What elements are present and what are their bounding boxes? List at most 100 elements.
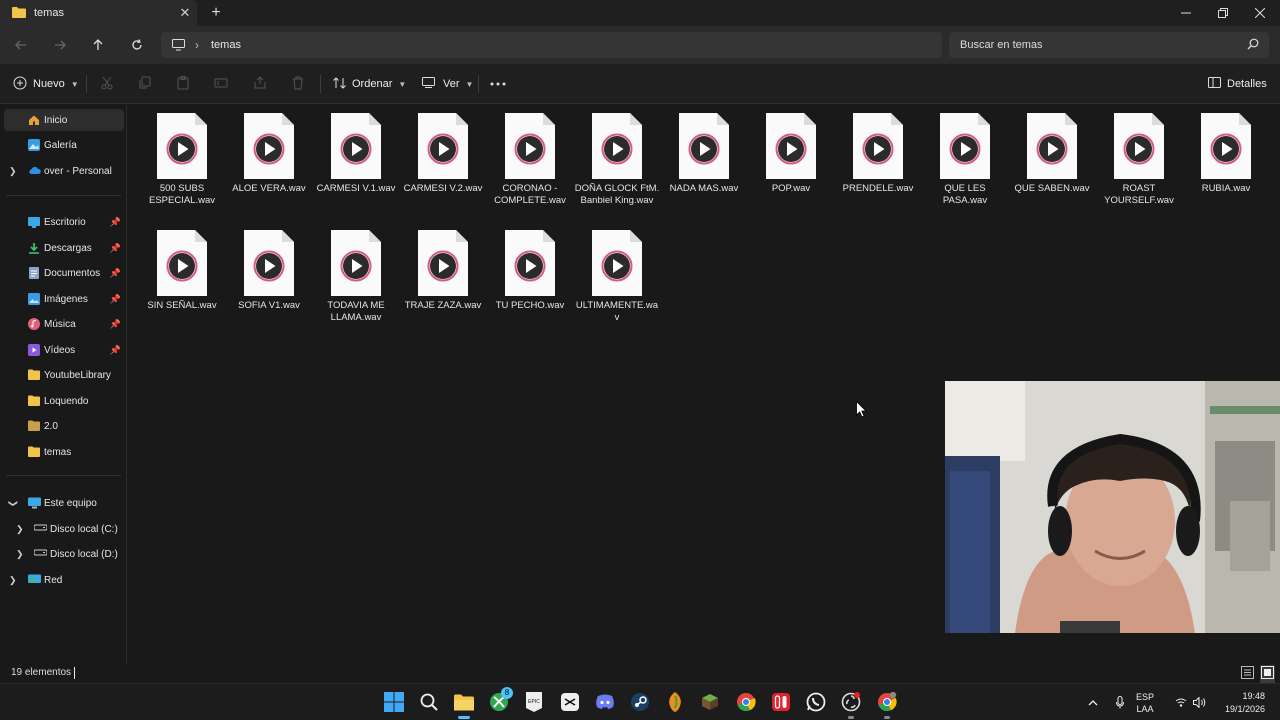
file-item[interactable]: TODAVIA ME LLAMA.wav xyxy=(313,230,399,324)
file-item[interactable]: QUE SABEN.wav xyxy=(1009,113,1095,195)
file-item[interactable]: ALOE VERA.wav xyxy=(226,113,312,195)
sidebar-item-musica[interactable]: Música 📌 xyxy=(4,313,124,335)
sidebar-item-este-equipo[interactable]: ❯ Este equipo xyxy=(4,492,124,514)
file-item[interactable]: RUBIA.wav xyxy=(1183,113,1269,195)
close-tab-icon[interactable]: ✕ xyxy=(173,5,197,21)
view-button[interactable]: Ver ▼ xyxy=(422,73,473,95)
sidebar-item-videos[interactable]: Vídeos 📌 xyxy=(4,339,124,361)
sidebar-item-descargas[interactable]: Descargas 📌 xyxy=(4,237,124,259)
refresh-icon[interactable] xyxy=(125,33,149,57)
file-explorer-taskbar-icon[interactable] xyxy=(452,690,476,719)
more-options-icon[interactable] xyxy=(490,73,506,95)
sidebar-item-documentos[interactable]: Documentos 📌 xyxy=(4,262,124,284)
new-button[interactable]: Nuevo ▼ xyxy=(13,73,79,95)
back-arrow-icon[interactable] xyxy=(9,33,33,57)
restore-icon[interactable] xyxy=(1205,0,1241,26)
breadcrumb-temas[interactable]: temas xyxy=(211,39,241,51)
file-item[interactable]: 500 SUBS ESPECIAL.wav xyxy=(139,113,225,207)
file-item[interactable]: CARMESI V.2.wav xyxy=(400,113,486,195)
sidebar-item-galeria[interactable]: Galería xyxy=(4,134,124,156)
search-input[interactable]: Buscar en temas xyxy=(949,32,1269,58)
audio-file-icon xyxy=(244,230,294,296)
epic-games-icon[interactable]: EPIC xyxy=(522,690,546,714)
pin-icon[interactable]: 📌 xyxy=(110,217,121,228)
steam-icon[interactable] xyxy=(628,690,652,714)
file-name: DOÑA GLOCK FtM. Banbiel King.wav xyxy=(574,183,660,206)
share-icon[interactable] xyxy=(253,76,269,92)
address-bar[interactable]: › temas xyxy=(161,32,942,58)
downloads-icon xyxy=(28,242,40,254)
cut-icon[interactable] xyxy=(100,76,116,92)
sidebar-item-inicio[interactable]: Inicio xyxy=(4,109,124,131)
minecraft-icon[interactable] xyxy=(698,690,722,714)
sidebar-item-onedrive[interactable]: ❯ over - Personal xyxy=(4,160,124,182)
tab-temas[interactable]: temas ✕ xyxy=(0,0,197,26)
nintendo-switch-icon[interactable] xyxy=(769,690,793,714)
language-indicator[interactable]: ESP LAA xyxy=(1136,684,1154,720)
file-name: SOFIA V1.wav xyxy=(238,300,300,311)
file-name: ALOE VERA.wav xyxy=(232,183,306,194)
sidebar-item-loquendo[interactable]: Loquendo xyxy=(4,390,124,412)
file-item[interactable]: SOFIA V1.wav xyxy=(226,230,312,312)
sort-button[interactable]: Ordenar ▼ xyxy=(333,73,406,95)
paste-icon[interactable] xyxy=(176,76,192,92)
forward-arrow-icon[interactable] xyxy=(48,33,72,57)
rename-icon[interactable] xyxy=(214,76,230,92)
copy-icon[interactable] xyxy=(138,76,154,92)
file-name: ULTIMAMENTE.wav xyxy=(575,300,659,323)
discord-icon[interactable] xyxy=(593,690,617,714)
clock[interactable]: 19:48 19/1/2026 xyxy=(1219,684,1265,720)
details-view-icon[interactable] xyxy=(1241,666,1254,682)
chevron-down-icon: ▼ xyxy=(398,79,407,89)
file-item[interactable]: DOÑA GLOCK FtM. Banbiel King.wav xyxy=(574,113,660,207)
sort-label: Ordenar xyxy=(352,78,393,90)
pin-icon[interactable]: 📌 xyxy=(110,294,121,305)
chrome-profile-icon[interactable] xyxy=(875,690,899,719)
sidebar-item-2-0[interactable]: 2.0 xyxy=(4,415,124,437)
capcut-icon[interactable] xyxy=(558,690,582,714)
wifi-icon[interactable] xyxy=(1175,684,1187,720)
file-item[interactable]: TU PECHO.wav xyxy=(487,230,573,312)
sidebar-item-escritorio[interactable]: Escritorio 📌 xyxy=(4,211,124,233)
file-item[interactable]: ROAST YOURSELF.wav xyxy=(1096,113,1182,207)
large-icons-view-icon[interactable] xyxy=(1260,665,1275,683)
file-item[interactable]: NADA MAS.wav xyxy=(661,113,747,195)
sidebar-item-temas[interactable]: temas xyxy=(4,441,124,463)
file-item[interactable]: CORONAO - COMPLETE.wav xyxy=(487,113,573,207)
search-icon xyxy=(1247,38,1259,53)
file-item[interactable]: CARMESI V.1.wav xyxy=(313,113,399,195)
file-item[interactable]: POP.wav xyxy=(748,113,834,195)
new-tab-button[interactable]: + xyxy=(206,3,226,23)
file-item[interactable]: QUE LES PASA.wav xyxy=(922,113,1008,207)
xbox-icon[interactable]: 8 xyxy=(487,687,513,714)
pin-icon[interactable]: 📌 xyxy=(110,319,121,330)
sidebar-item-red[interactable]: ❯ Red xyxy=(4,569,124,591)
file-item[interactable]: ULTIMAMENTE.wav xyxy=(574,230,660,324)
whatsapp-icon[interactable] xyxy=(804,690,828,714)
close-window-icon[interactable] xyxy=(1242,0,1278,26)
sidebar-item-disco-d[interactable]: ❯ Disco local (D:) xyxy=(4,543,124,565)
up-arrow-icon[interactable] xyxy=(86,33,110,57)
sidebar-item-youtubelibrary[interactable]: YoutubeLibrary xyxy=(4,364,124,386)
minimize-icon[interactable] xyxy=(1168,0,1204,26)
file-item[interactable]: TRAJE ZAZA.wav xyxy=(400,230,486,312)
audio-file-icon xyxy=(853,113,903,179)
file-item[interactable]: PRENDELE.wav xyxy=(835,113,921,195)
pin-icon[interactable]: 📌 xyxy=(110,243,121,254)
chrome-icon[interactable] xyxy=(734,690,758,714)
sidebar-item-imagenes[interactable]: Imágenes 📌 xyxy=(4,288,124,310)
show-hidden-icons-icon[interactable] xyxy=(1088,684,1098,720)
obs-icon[interactable] xyxy=(839,690,863,719)
delete-icon[interactable] xyxy=(291,76,307,92)
file-item[interactable]: SIN SEÑAL.wav xyxy=(139,230,225,312)
pin-icon[interactable]: 📌 xyxy=(110,268,121,279)
pin-icon[interactable]: 📌 xyxy=(110,345,121,356)
file-name: TODAVIA ME LLAMA.wav xyxy=(327,300,385,323)
microphone-icon[interactable] xyxy=(1116,684,1124,720)
details-button[interactable]: Detalles xyxy=(1208,73,1267,95)
start-windows-icon[interactable] xyxy=(382,690,406,714)
volume-icon[interactable] xyxy=(1193,684,1207,720)
fl-studio-icon[interactable] xyxy=(663,690,687,714)
sidebar-item-disco-c[interactable]: ❯ Disco local (C:) xyxy=(4,518,124,540)
taskbar-search-icon[interactable] xyxy=(417,690,441,714)
